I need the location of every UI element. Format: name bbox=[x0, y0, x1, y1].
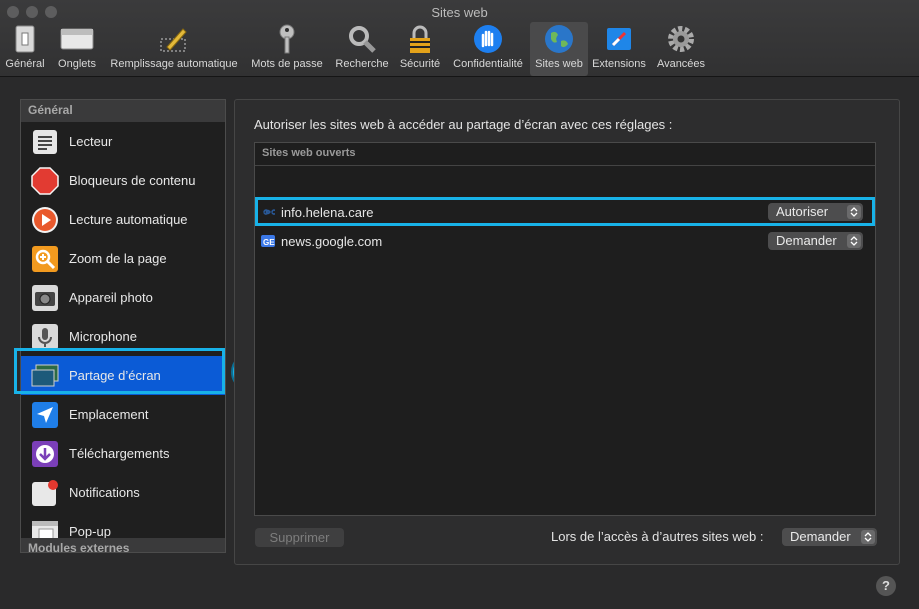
other-sites-select[interactable]: Demander bbox=[782, 528, 877, 546]
stop-sign-icon bbox=[31, 166, 59, 195]
tab-websites[interactable]: Sites web bbox=[530, 22, 588, 76]
other-sites-label: Lors de l’accès à d’autres sites web : bbox=[551, 529, 764, 544]
play-icon bbox=[31, 206, 59, 234]
tab-search[interactable]: Recherche bbox=[330, 22, 394, 76]
sidebar-item-downloads[interactable]: Téléchargements bbox=[21, 434, 225, 473]
microphone-icon bbox=[31, 323, 59, 351]
svg-text:GE: GE bbox=[263, 238, 275, 247]
remove-button[interactable]: Supprimer bbox=[255, 528, 344, 547]
panel-heading: Autoriser les sites web à accéder au par… bbox=[254, 117, 673, 132]
tab-tabs[interactable]: Onglets bbox=[50, 22, 104, 76]
hand-icon bbox=[471, 24, 505, 54]
key-icon bbox=[270, 24, 304, 54]
sidebar-item-location[interactable]: Emplacement bbox=[21, 395, 225, 434]
globe-icon bbox=[542, 24, 576, 54]
puzzle-icon bbox=[602, 24, 636, 54]
sidebar-item-page-zoom[interactable]: Zoom de la page bbox=[21, 239, 225, 278]
general-switch-icon bbox=[8, 24, 42, 54]
download-icon bbox=[31, 440, 59, 468]
permission-select[interactable]: Demander bbox=[768, 232, 863, 250]
sidebar-item-autoplay[interactable]: Lecture automatique bbox=[21, 200, 225, 239]
tab-security[interactable]: Sécurité bbox=[394, 22, 446, 76]
notification-badge-icon bbox=[31, 479, 59, 507]
sidebar-item-content-blockers[interactable]: Bloqueurs de contenu bbox=[21, 161, 225, 200]
tabs-icon bbox=[60, 24, 94, 54]
tab-privacy[interactable]: Confidentialité bbox=[446, 22, 530, 76]
magnifier-icon bbox=[345, 24, 379, 54]
tab-autofill[interactable]: Remplissage automatique bbox=[104, 22, 244, 76]
google-news-favicon-icon: GE bbox=[261, 234, 275, 248]
gear-icon bbox=[664, 24, 698, 54]
window-title: Sites web bbox=[431, 5, 488, 20]
location-arrow-icon bbox=[31, 401, 59, 429]
sidebar-section-general: Général bbox=[21, 100, 225, 122]
zoom-icon bbox=[31, 245, 59, 273]
sidebar-item-notifications[interactable]: Notifications bbox=[21, 473, 225, 512]
camera-icon bbox=[31, 284, 59, 312]
help-button[interactable]: ? bbox=[876, 576, 896, 596]
tab-general[interactable]: Général bbox=[0, 22, 50, 76]
tab-advanced[interactable]: Avancées bbox=[650, 22, 712, 76]
table-header: Sites web ouverts bbox=[255, 143, 875, 166]
table-row[interactable]: GE news.google.com Demander bbox=[261, 229, 869, 253]
highlight-screen-sharing bbox=[14, 348, 225, 394]
chevron-updown-icon bbox=[861, 530, 875, 544]
title-bar: Sites web Général Onglets Remplissage au… bbox=[0, 0, 919, 77]
highlight-site-row bbox=[255, 197, 875, 226]
lock-icon bbox=[403, 24, 437, 54]
preferences-toolbar: Général Onglets Remplissage automatique … bbox=[0, 22, 712, 76]
sidebar-item-reader[interactable]: Lecteur bbox=[21, 122, 225, 161]
sidebar-item-camera[interactable]: Appareil photo bbox=[21, 278, 225, 317]
sidebar: Général Lecteur Bloqueurs de contenu Lec… bbox=[20, 99, 226, 553]
tab-extensions[interactable]: Extensions bbox=[588, 22, 650, 76]
tab-passwords[interactable]: Mots de passe bbox=[244, 22, 330, 76]
reader-icon bbox=[31, 128, 59, 156]
site-name: news.google.com bbox=[281, 233, 383, 249]
autofill-pencil-icon bbox=[157, 24, 191, 54]
sidebar-section-plugins: Modules externes bbox=[21, 538, 225, 552]
chevron-updown-icon bbox=[847, 234, 861, 248]
